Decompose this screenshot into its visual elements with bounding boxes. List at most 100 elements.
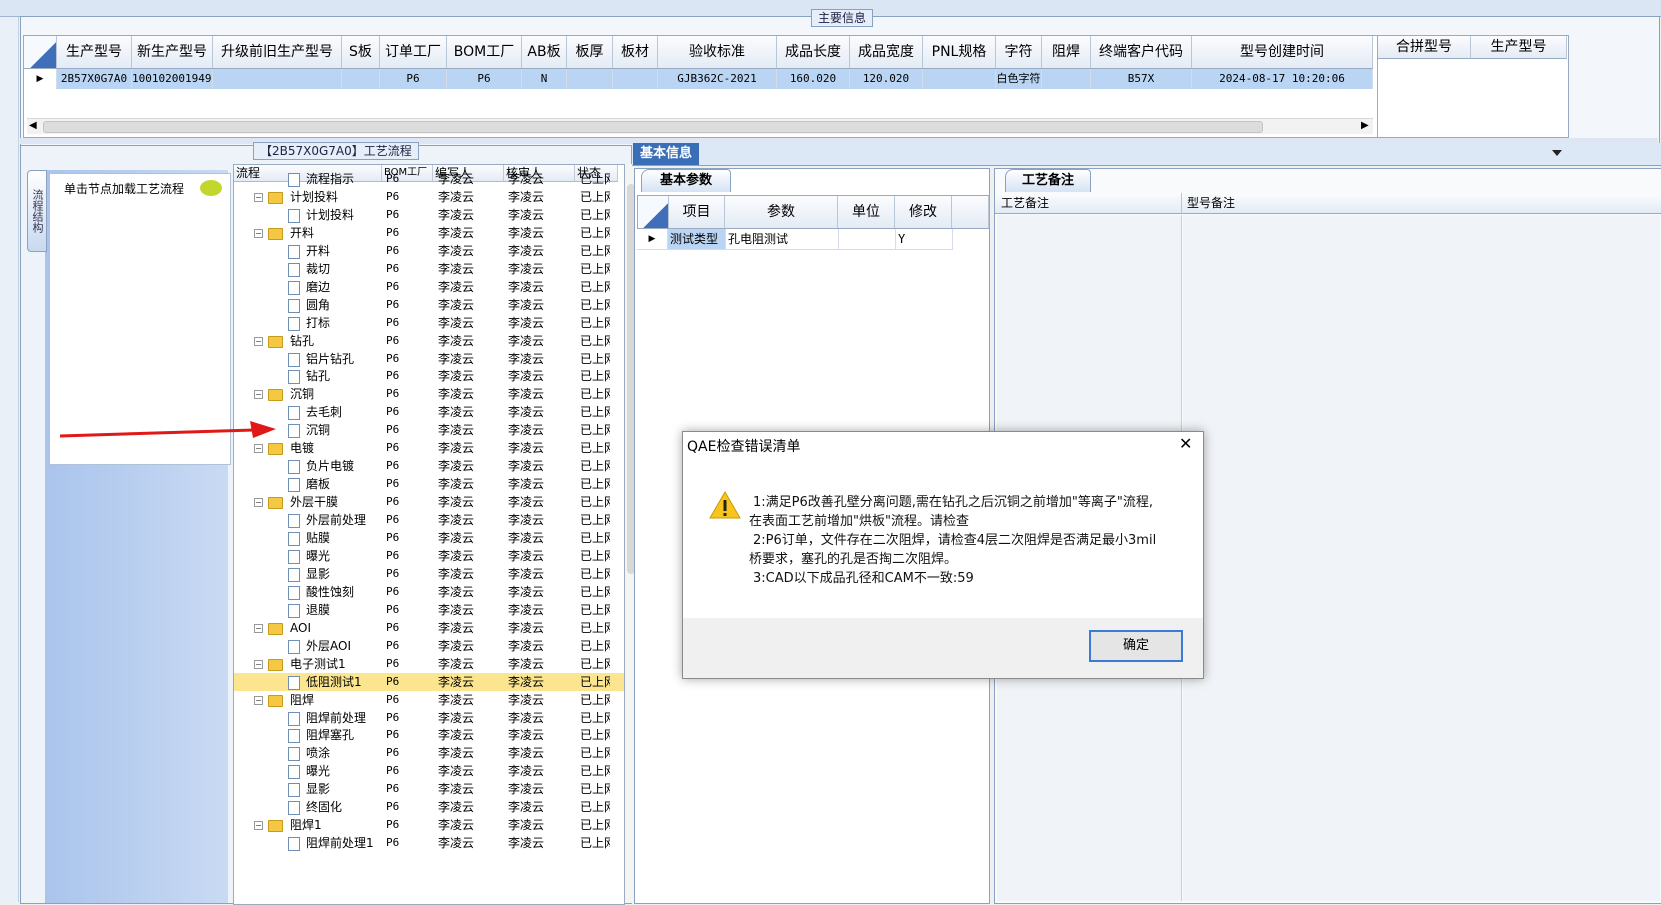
tree-node-label[interactable]: 终固化: [306, 798, 342, 816]
tree-node-label[interactable]: 低阻测试1: [306, 673, 362, 691]
grid-data-cell[interactable]: 160.020: [777, 69, 850, 89]
tree-row[interactable]: 阻焊前处理1 P6 李凌云 李凌云 已上网: [234, 834, 624, 852]
tab-basic-params[interactable]: 基本参数: [641, 169, 731, 192]
tree-row[interactable]: 打标 P6 李凌云 李凌云 已上网: [234, 314, 624, 332]
collapse-icon[interactable]: −: [254, 336, 263, 346]
ok-button[interactable]: 确定: [1089, 630, 1183, 662]
tree-row[interactable]: 钻孔 P6 李凌云 李凌云 已上网: [234, 367, 624, 385]
grid-header-cell[interactable]: 终端客户代码: [1091, 36, 1192, 68]
tree-node-label[interactable]: 曝光: [306, 547, 330, 565]
tree-row[interactable]: 贴膜 P6 李凌云 李凌云 已上网: [234, 529, 624, 547]
grid-data-cell[interactable]: B57X: [1091, 69, 1192, 89]
flow-structure-tab[interactable]: 流程结构: [27, 170, 47, 252]
tree-row[interactable]: − 阻焊 P6 李凌云 李凌云 已上网: [234, 691, 624, 709]
tree-node-label[interactable]: 酸性蚀刻: [306, 583, 354, 601]
tree-node-label[interactable]: 磨边: [306, 278, 330, 296]
grid-data-cell[interactable]: [923, 69, 996, 89]
tree-node-label[interactable]: AOI: [290, 619, 311, 637]
grid-data-cell[interactable]: [213, 69, 342, 89]
collapse-icon[interactable]: −: [254, 228, 263, 238]
grid-header-cell[interactable]: 成品长度: [777, 36, 850, 68]
grid-header-cell[interactable]: 生产型号: [57, 36, 132, 68]
grid-data-cell[interactable]: [567, 69, 613, 89]
grid-header-cell[interactable]: 订单工厂: [380, 36, 447, 68]
tree-row[interactable]: 终固化 P6 李凌云 李凌云 已上网: [234, 798, 624, 816]
tree-node-label[interactable]: 显影: [306, 565, 330, 583]
tree-node-label[interactable]: 喷涂: [306, 744, 330, 762]
tree-row[interactable]: 阻焊塞孔 P6 李凌云 李凌云 已上网: [234, 726, 624, 744]
tree-row[interactable]: 开料 P6 李凌云 李凌云 已上网: [234, 242, 624, 260]
tree-node-label[interactable]: 计划投料: [306, 206, 354, 224]
tree-node-label[interactable]: 阻焊塞孔: [306, 726, 354, 744]
tree-row[interactable]: 低阻测试1 P6 李凌云 李凌云 已上网: [234, 672, 624, 691]
tree-node-label[interactable]: 负片电镀: [306, 457, 354, 475]
tree-row[interactable]: 退膜 P6 李凌云 李凌云 已上网: [234, 601, 624, 619]
model-remark-box[interactable]: [1183, 215, 1660, 901]
tree-row[interactable]: 喷涂 P6 李凌云 李凌云 已上网: [234, 744, 624, 762]
tree-node-label[interactable]: 钻孔: [306, 367, 330, 385]
tree-node-label[interactable]: 磨板: [306, 475, 330, 493]
grid-header-cell[interactable]: BOM工厂: [447, 36, 522, 68]
tree-node-label[interactable]: 外层前处理: [306, 511, 366, 529]
collapse-icon[interactable]: −: [254, 390, 263, 400]
tree-node-label[interactable]: 开料: [290, 224, 314, 242]
tree-row[interactable]: − AOI P6 李凌云 李凌云 已上网: [234, 619, 624, 637]
tree-row[interactable]: − 阻焊1 P6 李凌云 李凌云 已上网: [234, 816, 624, 834]
grid-data-cell[interactable]: [342, 69, 380, 89]
grid-header-cell[interactable]: S板: [342, 36, 380, 68]
scroll-thumb[interactable]: [43, 121, 1263, 133]
tree-row[interactable]: 沉铜 P6 李凌云 李凌云 已上网: [234, 421, 624, 439]
chevron-down-icon[interactable]: [1552, 150, 1562, 156]
collapse-icon[interactable]: −: [254, 695, 263, 705]
tree-node-label[interactable]: 打标: [306, 314, 330, 332]
grid-header-cell[interactable]: 阻焊: [1042, 36, 1091, 68]
collapse-icon[interactable]: −: [254, 659, 263, 669]
grid-data-cell[interactable]: 2B57X0G7A0: [57, 69, 132, 89]
grid-header-cell[interactable]: 成品宽度: [850, 36, 923, 68]
tree-node-label[interactable]: 钻孔: [290, 332, 314, 350]
params-row[interactable]: ▶ 测试类型 孔电阻测试 Y: [637, 229, 953, 250]
tree-node-label[interactable]: 阻焊前处理: [306, 709, 366, 727]
param-item-cell[interactable]: 测试类型: [668, 229, 726, 250]
grid-header-cell[interactable]: 新生产型号: [132, 36, 213, 68]
collapse-icon[interactable]: −: [254, 444, 263, 454]
grid-header-cell[interactable]: PNL规格: [923, 36, 996, 68]
grid-header-cell[interactable]: 字符: [996, 36, 1042, 68]
grid-data-cell[interactable]: P6: [380, 69, 447, 89]
tree-row[interactable]: 阻焊前处理 P6 李凌云 李凌云 已上网: [234, 709, 624, 727]
tree-row[interactable]: − 开料 P6 李凌云 李凌云 已上网: [234, 224, 624, 242]
tree-row[interactable]: − 计划投料 P6 李凌云 李凌云 已上网: [234, 188, 624, 206]
tree-row[interactable]: 外层前处理 P6 李凌云 李凌云 已上网: [234, 511, 624, 529]
tree-row[interactable]: − 钻孔 P6 李凌云 李凌云 已上网: [234, 332, 624, 350]
tree-node-label[interactable]: 显影: [306, 780, 330, 798]
tree-row[interactable]: 负片电镀 P6 李凌云 李凌云 已上网: [234, 457, 624, 475]
grid-header-cell[interactable]: 板厚: [567, 36, 613, 68]
tree-row[interactable]: 曝光 P6 李凌云 李凌云 已上网: [234, 547, 624, 565]
tree-row[interactable]: 流程指示 P6 李凌云 李凌云 已上网: [234, 170, 624, 188]
grid-header-cell[interactable]: 验收标准: [658, 36, 777, 68]
tree-node-label[interactable]: 计划投料: [290, 188, 338, 206]
grid-data-cell[interactable]: 10010200194985: [132, 69, 213, 89]
tree-node-label[interactable]: 退膜: [306, 601, 330, 619]
tree-node-label[interactable]: 流程指示: [306, 170, 354, 188]
tree-node-label[interactable]: 沉铜: [290, 385, 314, 403]
close-icon[interactable]: ✕: [1179, 434, 1192, 453]
tree-node-label[interactable]: 圆角: [306, 296, 330, 314]
tree-row[interactable]: 磨板 P6 李凌云 李凌云 已上网: [234, 475, 624, 493]
param-value-cell[interactable]: 孔电阻测试: [726, 229, 839, 250]
tree-row[interactable]: − 电子测试1 P6 李凌云 李凌云 已上网: [234, 655, 624, 673]
param-modify-cell[interactable]: Y: [896, 229, 953, 250]
param-unit-cell[interactable]: [839, 229, 896, 250]
tree-node-label[interactable]: 电镀: [290, 439, 314, 457]
merge-model-grid[interactable]: 合拼型号 生产型号: [1377, 35, 1569, 138]
tree-row[interactable]: 显影 P6 李凌云 李凌云 已上网: [234, 780, 624, 798]
tree-node-label[interactable]: 沉铜: [306, 421, 330, 439]
tree-row[interactable]: 铝片钻孔 P6 李凌云 李凌云 已上网: [234, 350, 624, 368]
tree-row[interactable]: 酸性蚀刻 P6 李凌云 李凌云 已上网: [234, 583, 624, 601]
tree-row[interactable]: 显影 P6 李凌云 李凌云 已上网: [234, 565, 624, 583]
tree-row[interactable]: − 沉铜 P6 李凌云 李凌云 已上网: [234, 385, 624, 403]
collapse-icon[interactable]: −: [254, 623, 263, 633]
grid-header-cell[interactable]: 升级前旧生产型号: [213, 36, 342, 68]
tree-row[interactable]: 磨边 P6 李凌云 李凌云 已上网: [234, 278, 624, 296]
tab-basic-info[interactable]: 基本信息: [633, 143, 699, 165]
